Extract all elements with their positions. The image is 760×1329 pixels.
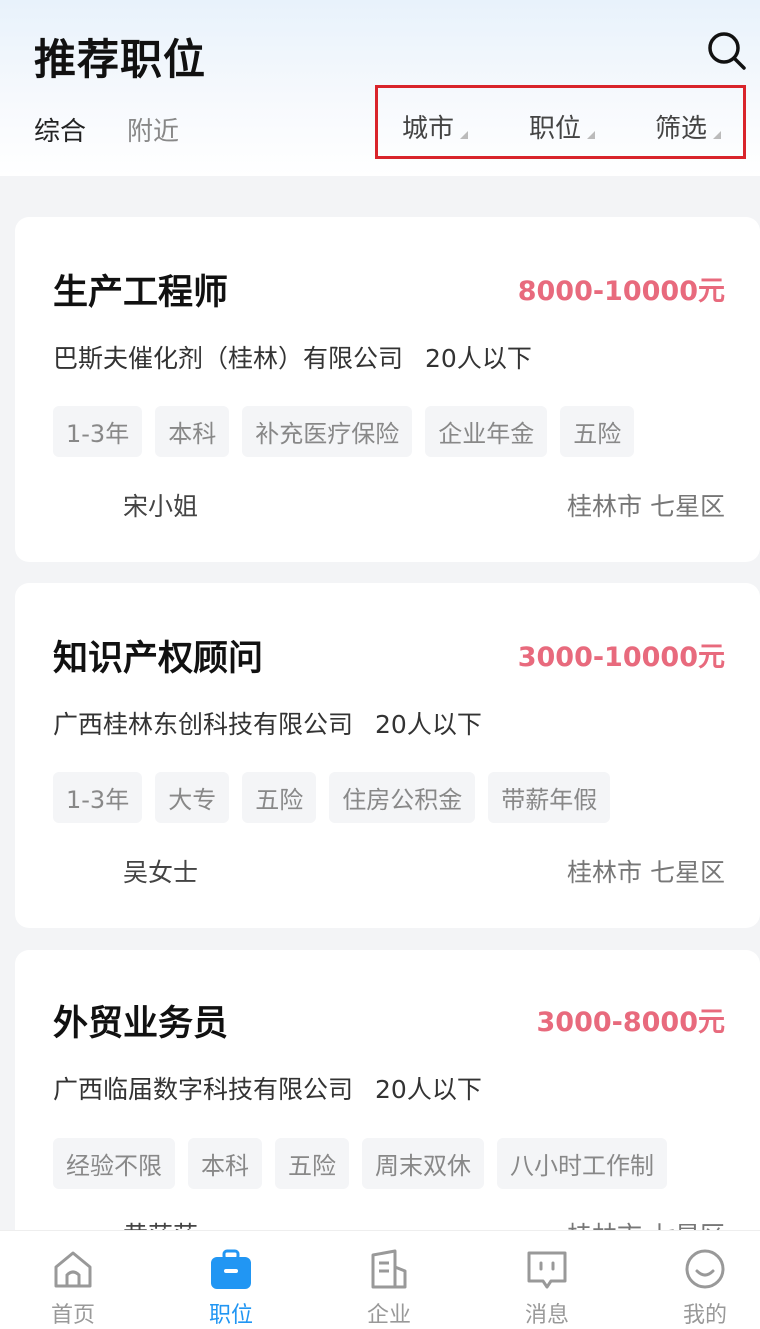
job-title: 外贸业务员 [53, 1004, 229, 1044]
nav-label: 企业 [366, 1303, 411, 1328]
job-location: 桂林市 七星区 [567, 492, 725, 521]
job-card[interactable]: 知识产权顾问 3000-10000元 广西桂林东创科技有限公司 20人以下 1-3… [15, 583, 760, 928]
job-tag: 八小时工作制 [497, 1138, 667, 1189]
nav-item-profile[interactable]: 我的 [650, 1231, 760, 1329]
company-row: 广西临届数字科技有限公司 20人以下 [53, 1070, 482, 1106]
page-title: 推荐职位 [34, 35, 207, 84]
tag-list: 1-3年 大专 五险 住房公积金 带薪年假 [53, 772, 611, 823]
job-tag: 五险 [275, 1138, 349, 1189]
company-size: 20人以下 [425, 344, 532, 373]
nav-label: 职位 [208, 1303, 253, 1328]
tab-nearby[interactable]: 附近 [127, 111, 179, 148]
message-icon [527, 1251, 567, 1289]
search-button[interactable] [706, 30, 748, 72]
building-icon [371, 1249, 407, 1289]
company-size: 20人以下 [375, 1075, 482, 1104]
nav-label: 我的 [682, 1303, 727, 1328]
profile-icon [685, 1249, 725, 1289]
dropdown-triangle-icon [460, 131, 469, 139]
bottom-nav: 首页 职位 企业 消息 我的 [0, 1230, 760, 1329]
nav-item-companies[interactable]: 企业 [334, 1231, 444, 1329]
job-salary: 3000-8000元 [536, 1007, 726, 1038]
briefcase-icon [211, 1249, 251, 1289]
job-tag: 住房公积金 [329, 772, 476, 823]
filter-position-label: 职位 [529, 114, 582, 144]
filter-position[interactable]: 职位 [529, 108, 596, 145]
company-row: 广西桂林东创科技有限公司 20人以下 [53, 705, 482, 741]
filter-city-label: 城市 [402, 114, 455, 144]
home-icon [54, 1251, 92, 1288]
job-tag: 1-3年 [53, 772, 143, 823]
tag-list: 1-3年 本科 补充医疗保险 企业年金 五险 [53, 406, 635, 457]
filter-more[interactable]: 筛选 [655, 108, 722, 145]
job-title: 知识产权顾问 [53, 639, 264, 679]
job-tag: 本科 [188, 1138, 262, 1189]
job-salary: 8000-10000元 [517, 276, 725, 307]
job-tag: 带薪年假 [488, 772, 611, 823]
job-location: 桂林市 七星区 [567, 858, 725, 887]
tag-list: 经验不限 本科 五险 周末双休 八小时工作制 [53, 1138, 667, 1189]
page-header: 推荐职位 综合 附近 城市 职位 筛选 [0, 0, 760, 176]
contact-name: 宋小姐 [123, 492, 199, 521]
nav-item-home[interactable]: 首页 [18, 1231, 128, 1329]
job-tag: 周末双休 [362, 1138, 484, 1189]
job-title: 生产工程师 [53, 273, 229, 313]
nav-item-messages[interactable]: 消息 [492, 1231, 602, 1329]
nav-label: 消息 [524, 1303, 569, 1328]
tab-comprehensive[interactable]: 综合 [34, 111, 86, 148]
filter-more-label: 筛选 [655, 114, 708, 144]
job-salary: 3000-10000元 [517, 642, 725, 673]
company-name: 广西临届数字科技有限公司 [53, 1075, 354, 1104]
job-tag: 大专 [155, 772, 230, 823]
job-tag: 1-3年 [53, 406, 143, 457]
company-name: 巴斯夫催化剂（桂林）有限公司 [53, 344, 404, 373]
job-tag: 企业年金 [425, 406, 548, 457]
company-size: 20人以下 [375, 710, 482, 739]
job-card[interactable]: 生产工程师 8000-10000元 巴斯夫催化剂（桂林）有限公司 20人以下 1-… [15, 217, 760, 562]
job-tag: 本科 [155, 406, 230, 457]
search-icon [708, 32, 746, 70]
job-tag: 经验不限 [53, 1138, 175, 1189]
job-tag: 补充医疗保险 [242, 406, 413, 457]
contact-name: 吴女士 [123, 858, 199, 887]
company-name: 广西桂林东创科技有限公司 [53, 710, 354, 739]
company-row: 巴斯夫催化剂（桂林）有限公司 20人以下 [53, 339, 532, 375]
nav-label: 首页 [50, 1303, 95, 1328]
job-tag: 五险 [242, 772, 317, 823]
job-tag: 五险 [560, 406, 635, 457]
filter-city[interactable]: 城市 [402, 108, 469, 145]
dropdown-triangle-icon [587, 131, 596, 139]
dropdown-triangle-icon [713, 131, 722, 139]
nav-item-jobs[interactable]: 职位 [176, 1231, 286, 1329]
